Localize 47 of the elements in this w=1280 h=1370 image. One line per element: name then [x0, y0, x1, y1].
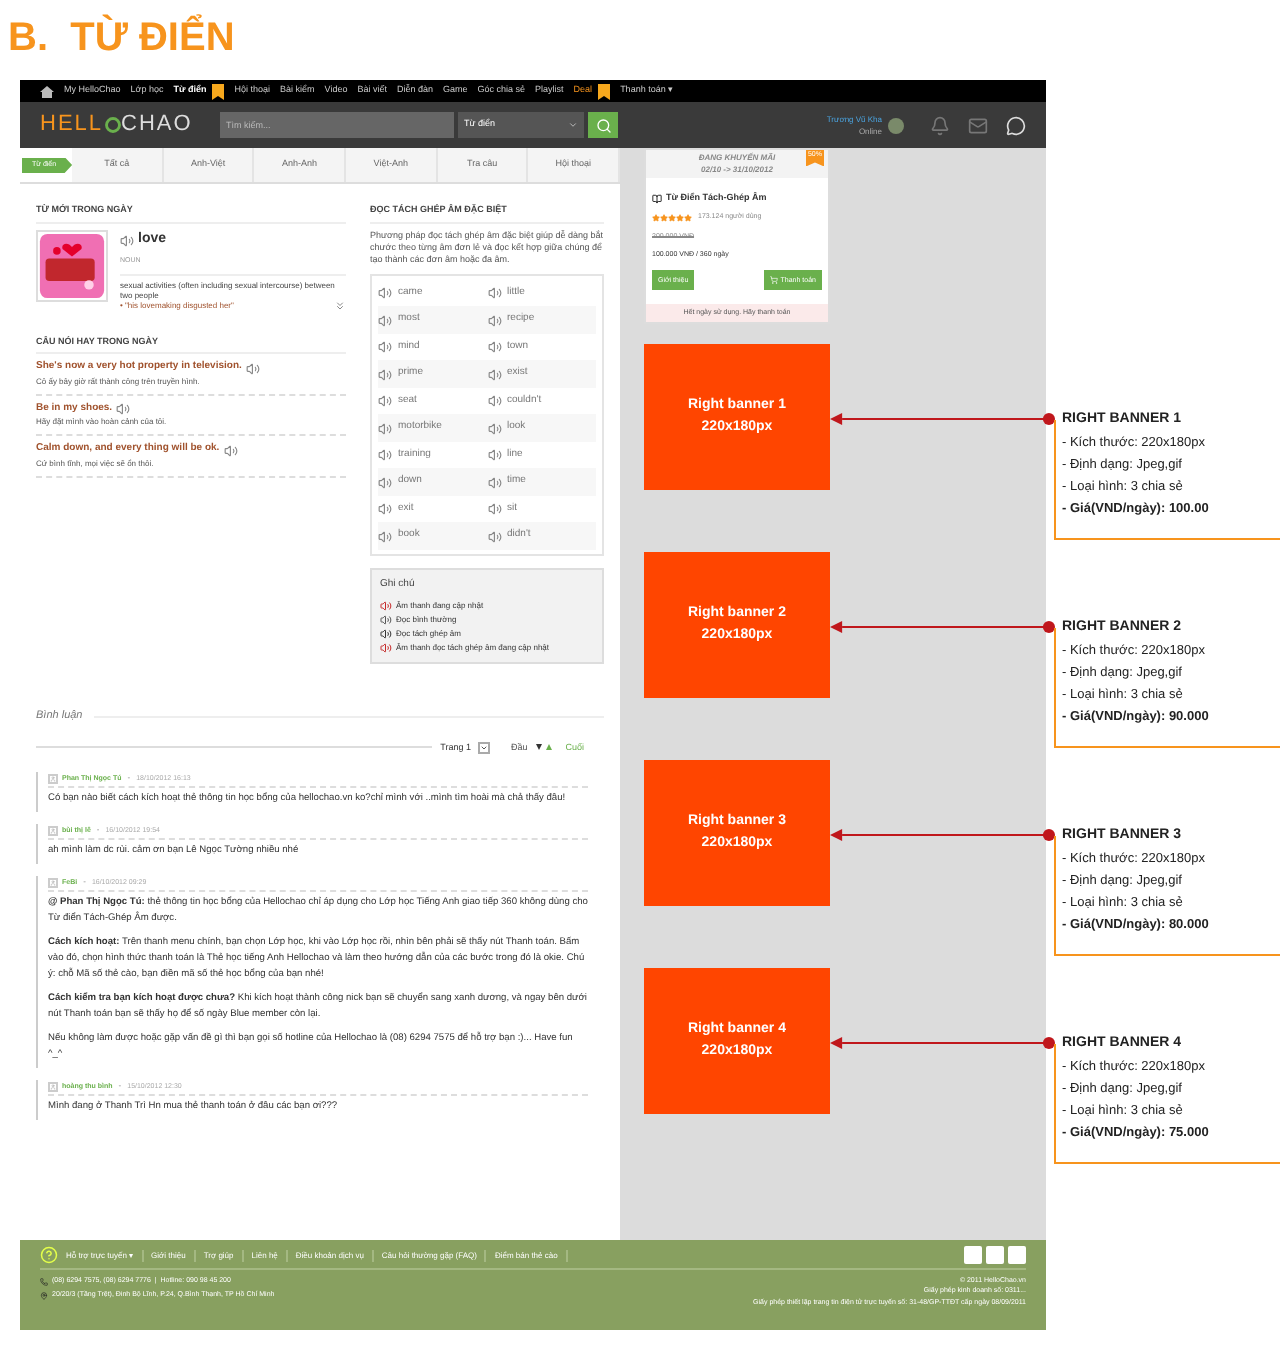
search-icon — [595, 117, 611, 133]
sort-icon[interactable] — [535, 743, 552, 752]
chat-icon[interactable] — [1006, 115, 1026, 135]
speaker-icon[interactable] — [487, 394, 501, 408]
ring-icon — [103, 116, 122, 134]
cart-icon — [770, 276, 779, 285]
speaker-icon[interactable] — [378, 421, 392, 435]
speaker-icon[interactable] — [116, 402, 131, 416]
speaker-icon[interactable] — [120, 233, 134, 247]
expand-icon[interactable] — [334, 299, 346, 311]
mail-icon[interactable] — [968, 115, 988, 135]
speaker-icon[interactable] — [245, 361, 260, 375]
speaker-icon[interactable] — [487, 448, 501, 462]
speaker-icon[interactable] — [487, 475, 501, 489]
speaker-icon[interactable] — [487, 286, 501, 300]
speaker-icon[interactable] — [487, 340, 501, 354]
section-heading: B. TỪ ĐIỂN — [6, 12, 237, 64]
speaker-icon[interactable] — [378, 448, 392, 462]
logo[interactable]: HELL CHAO — [40, 108, 216, 142]
speaker-icon[interactable] — [378, 475, 392, 489]
speaker-icon[interactable] — [487, 367, 501, 381]
avatar-icon — [48, 825, 58, 836]
speaker-icon[interactable] — [378, 313, 392, 327]
avatar-icon — [48, 1081, 58, 1092]
speaker-icon[interactable] — [223, 443, 238, 457]
address-icon — [40, 1291, 48, 1300]
avatar-icon — [48, 773, 58, 784]
speaker-icon[interactable] — [487, 421, 501, 435]
help-icon[interactable] — [40, 1246, 58, 1264]
speaker-icon[interactable] — [378, 529, 392, 543]
bell-icon[interactable] — [930, 115, 950, 135]
speaker-icon[interactable] — [378, 367, 392, 381]
page-select[interactable] — [478, 741, 491, 754]
speaker-icon[interactable] — [378, 286, 392, 300]
speaker-icon[interactable] — [378, 502, 392, 516]
avatar[interactable] — [888, 117, 904, 133]
speaker-icon[interactable] — [378, 394, 392, 408]
speaker-icon[interactable] — [487, 529, 501, 543]
speaker-icon[interactable] — [487, 502, 501, 516]
search-button[interactable] — [588, 112, 618, 138]
avatar-icon — [48, 877, 58, 888]
home-icon[interactable] — [40, 85, 54, 97]
book-icon — [652, 193, 662, 203]
phone-icon — [40, 1277, 48, 1286]
speaker-icon[interactable] — [487, 313, 501, 327]
speaker-icon[interactable] — [378, 340, 392, 354]
chevron-icon — [568, 120, 578, 130]
